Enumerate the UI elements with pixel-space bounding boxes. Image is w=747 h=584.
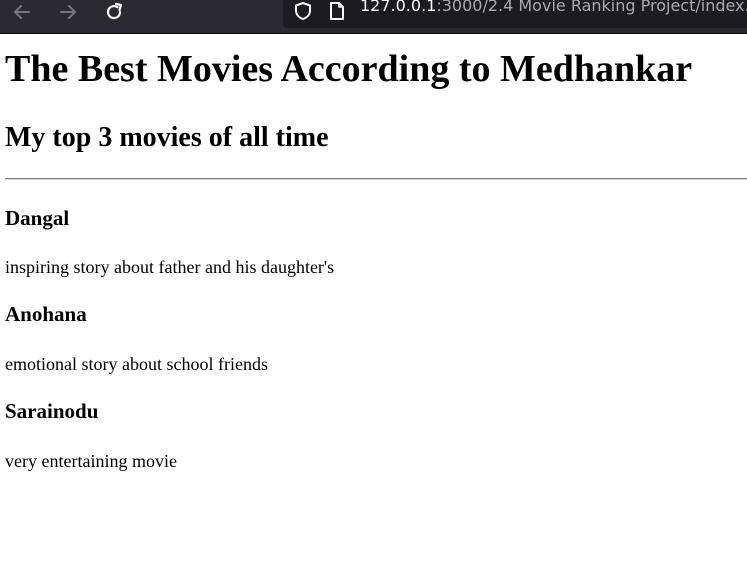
reload-button[interactable] (100, 0, 128, 24)
divider (5, 178, 747, 180)
back-button[interactable] (8, 0, 36, 24)
shield-icon[interactable] (293, 1, 313, 21)
page-subtitle: My top 3 movies of all time (5, 122, 329, 153)
forward-button[interactable] (54, 0, 82, 24)
movie-description-sarainodu: very entertaining movie (5, 451, 177, 471)
page-content: The Best Movies According to Medhankar M… (0, 34, 747, 584)
movie-title-dangal: Dangal (5, 206, 70, 230)
forward-arrow-icon (60, 5, 76, 19)
movie-description-dangal: inspiring story about father and his dau… (5, 257, 335, 277)
movie-title-anohana: Anohana (5, 302, 87, 326)
address-bar[interactable]: 127.0.0.1:3000/2.4 Movie Ranking Project… (283, 0, 747, 28)
reload-icon (106, 2, 123, 20)
url-text[interactable]: 127.0.0.1:3000/2.4 Movie Ranking Project… (360, 0, 747, 15)
browser-toolbar: 127.0.0.1:3000/2.4 Movie Ranking Project… (0, 0, 747, 34)
url-path: :3000/2.4 Movie Ranking Project/index.ht… (436, 0, 747, 15)
movie-description-anohana: emotional story about school friends (5, 354, 268, 374)
movie-title-sarainodu: Sarainodu (5, 399, 99, 423)
url-host: 127.0.0.1 (360, 0, 437, 15)
page-title: The Best Movies According to Medhankar (5, 48, 693, 90)
back-arrow-icon (14, 5, 30, 19)
page-icon[interactable] (329, 1, 345, 21)
